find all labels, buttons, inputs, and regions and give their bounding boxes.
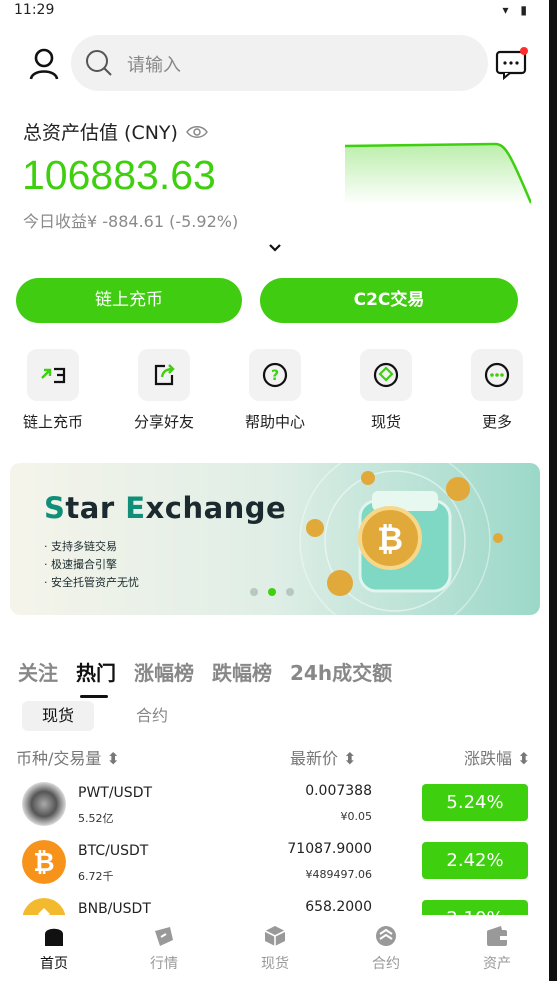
nav-futures[interactable]: 合约 [351, 925, 421, 973]
nav-assets[interactable]: 资产 [462, 925, 532, 973]
btc-coin-icon: ₿ [22, 840, 66, 884]
subtab-spot[interactable]: 现货 [22, 701, 94, 731]
shortcut-label: 更多 [481, 413, 512, 431]
row-volume: 5.52亿 [78, 812, 114, 825]
bitcoin-wallet-illustration: ₿ [299, 463, 503, 615]
table-row[interactable]: PWT/USDT 5.52亿 0.007388 ¥0.05 5.24% [0, 779, 549, 837]
device-frame-edge [549, 0, 557, 981]
row-price: 658.2000 [305, 899, 372, 915]
wallet-icon [487, 926, 507, 946]
nav-label: 资产 [483, 956, 511, 972]
status-bar: 11:29 ▾ ▮ [0, 0, 549, 28]
svg-text:?: ? [271, 368, 279, 384]
column-pair[interactable]: 币种/交易量 ⬍ [16, 745, 120, 769]
row-change[interactable]: 5.24% [422, 784, 528, 821]
nav-label: 首页 [40, 956, 68, 972]
banner-title: Star Exchange [44, 491, 287, 525]
futures-icon [376, 926, 396, 946]
tab-volume[interactable]: 24h成交额 [290, 657, 392, 686]
shortcut-label: 现货 [370, 413, 401, 431]
row-pair: PWT/USDT [78, 785, 153, 801]
column-change[interactable]: 涨跌幅 ⬍ [464, 745, 531, 769]
shortcut-label: 帮助中心 [244, 413, 305, 431]
today-pnl: 今日收益¥ -884.61 (-5.92%) [23, 212, 239, 231]
banner-feature: · 极速撮合引擎 [44, 558, 117, 571]
nav-spot[interactable]: 现货 [240, 925, 310, 973]
market-tabs: 关注 热门 涨幅榜 跌幅榜 24h成交额 [18, 657, 392, 698]
top-bar: 请输入 [0, 34, 549, 92]
market-icon [155, 927, 173, 946]
row-volume: 6.72千 [78, 870, 114, 883]
shortcut-deposit[interactable]: 链上充币 [18, 349, 88, 432]
nav-home[interactable]: 首页 [19, 925, 89, 973]
bottom-nav: 首页 行情 现货 合约 资产 [0, 915, 549, 981]
banner-feature: · 支持多链交易 [44, 540, 117, 553]
status-time: 11:29 [14, 2, 55, 18]
tab-gainers[interactable]: 涨幅榜 [134, 657, 194, 686]
shortcut-label: 分享好友 [133, 413, 194, 431]
row-price: 71087.9000 [287, 841, 372, 857]
eye-icon[interactable] [186, 125, 208, 139]
asset-label: 总资产估值 (CNY) [23, 118, 208, 145]
tab-hot[interactable]: 热门 [76, 657, 116, 698]
subtab-futures[interactable]: 合约 [120, 701, 184, 731]
shortcut-share[interactable]: 分享好友 [129, 349, 199, 432]
row-change[interactable]: 2.42% [422, 842, 528, 879]
spot-icon [373, 362, 399, 388]
svg-text:₿: ₿ [33, 848, 54, 878]
shortcut-label: 链上充币 [22, 413, 83, 431]
promo-banner[interactable]: ₿ Star Exchange · 支持多链交易 · 极速撮合引擎 · 安全托管… [10, 463, 540, 615]
nav-market[interactable]: 行情 [129, 925, 199, 973]
shortcut-more[interactable]: 更多 [462, 349, 532, 432]
shortcut-spot[interactable]: 现货 [351, 349, 421, 432]
help-icon: ? [262, 362, 288, 388]
home-icon [45, 928, 63, 946]
table-row[interactable]: ₿ BTC/USDT 6.72千 71087.9000 ¥489497.06 2… [0, 837, 549, 895]
message-icon[interactable] [494, 46, 530, 80]
nav-label: 合约 [372, 956, 400, 972]
asset-sparkline [345, 142, 531, 205]
svg-text:₿: ₿ [377, 520, 403, 558]
column-price[interactable]: 最新价 ⬍ [290, 745, 357, 769]
search-placeholder: 请输入 [127, 55, 181, 76]
row-price-cny: ¥489497.06 [305, 868, 372, 881]
carousel-dots [250, 588, 294, 596]
row-pair: BTC/USDT [78, 843, 149, 859]
search-input[interactable]: 请输入 [71, 35, 488, 91]
carousel-dot[interactable] [250, 588, 258, 596]
shortcut-help[interactable]: ? 帮助中心 [240, 349, 310, 432]
cube-icon [264, 926, 286, 946]
deposit-button[interactable]: 链上充币 [16, 278, 242, 323]
deposit-icon [41, 367, 66, 384]
chevron-down-icon[interactable] [264, 241, 286, 255]
carousel-dot-active[interactable] [268, 588, 276, 596]
search-icon [86, 50, 112, 76]
row-price: 0.007388 [305, 783, 372, 799]
tab-follow[interactable]: 关注 [18, 657, 58, 686]
share-icon [154, 364, 175, 386]
c2c-button[interactable]: C2C交易 [260, 278, 518, 323]
more-icon [484, 362, 510, 388]
asset-label-text: 总资产估值 (CNY) [23, 122, 178, 144]
carousel-dot[interactable] [286, 588, 294, 596]
asset-value: 106883.63 [22, 152, 216, 198]
nav-label: 现货 [261, 956, 289, 972]
nav-label: 行情 [150, 956, 178, 972]
row-price-cny: ¥0.05 [340, 810, 373, 823]
banner-feature: · 安全托管资产无忧 [44, 576, 139, 589]
pwt-coin-icon [22, 782, 66, 826]
tab-losers[interactable]: 跌幅榜 [212, 657, 272, 686]
status-icons: ▾ ▮ [502, 3, 531, 17]
user-icon[interactable] [26, 46, 62, 82]
